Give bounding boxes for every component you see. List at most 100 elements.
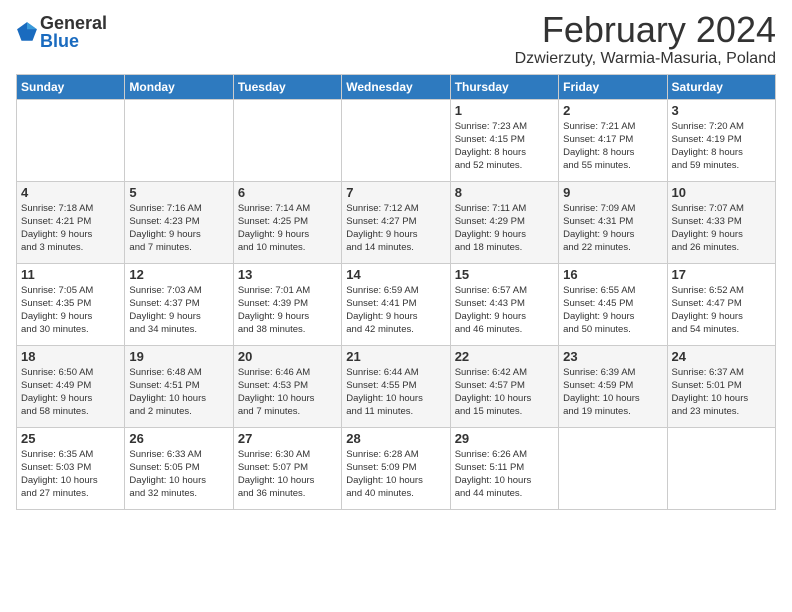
day-info: Sunrise: 6:28 AM Sunset: 5:09 PM Dayligh… xyxy=(346,448,445,501)
day-info: Sunrise: 7:20 AM Sunset: 4:19 PM Dayligh… xyxy=(672,120,771,173)
calendar-cell xyxy=(342,99,450,181)
day-info: Sunrise: 6:46 AM Sunset: 4:53 PM Dayligh… xyxy=(238,366,337,419)
calendar-cell: 26 Sunrise: 6:33 AM Sunset: 5:05 PM Dayli… xyxy=(125,427,233,509)
day-number: 15 xyxy=(455,267,554,282)
day-info: Sunrise: 7:11 AM Sunset: 4:29 PM Dayligh… xyxy=(455,202,554,255)
calendar-cell: 11 Sunrise: 7:05 AM Sunset: 4:35 PM Dayli… xyxy=(17,263,125,345)
title-area: February 2024 Dzwierzuty, Warmia-Masuria… xyxy=(515,10,776,68)
header-day-thursday: Thursday xyxy=(450,74,558,99)
day-number: 16 xyxy=(563,267,662,282)
calendar-cell: 6 Sunrise: 7:14 AM Sunset: 4:25 PM Daylig… xyxy=(233,181,341,263)
page: General Blue February 2024 Dzwierzuty, W… xyxy=(0,0,792,520)
logo-text: General Blue xyxy=(40,14,107,50)
day-number: 28 xyxy=(346,431,445,446)
calendar-cell: 12 Sunrise: 7:03 AM Sunset: 4:37 PM Dayli… xyxy=(125,263,233,345)
logo-blue-text: Blue xyxy=(40,32,107,50)
calendar-cell: 5Sunrise: 7:16 AM Sunset: 4:23 PM Daylig… xyxy=(125,181,233,263)
calendar-cell: 21 Sunrise: 6:44 AM Sunset: 4:55 PM Dayli… xyxy=(342,345,450,427)
day-info: Sunrise: 7:03 AM Sunset: 4:37 PM Dayligh… xyxy=(129,284,228,337)
day-info: Sunrise: 6:33 AM Sunset: 5:05 PM Dayligh… xyxy=(129,448,228,501)
day-number: 11 xyxy=(21,267,120,282)
day-number: 4 xyxy=(21,185,120,200)
day-info: Sunrise: 6:35 AM Sunset: 5:03 PM Dayligh… xyxy=(21,448,120,501)
day-number: 20 xyxy=(238,349,337,364)
calendar-cell: 29Sunrise: 6:26 AM Sunset: 5:11 PM Dayli… xyxy=(450,427,558,509)
calendar-cell: 18Sunrise: 6:50 AM Sunset: 4:49 PM Dayli… xyxy=(17,345,125,427)
day-number: 6 xyxy=(238,185,337,200)
day-info: Sunrise: 6:42 AM Sunset: 4:57 PM Dayligh… xyxy=(455,366,554,419)
calendar-cell: 27 Sunrise: 6:30 AM Sunset: 5:07 PM Dayli… xyxy=(233,427,341,509)
day-number: 14 xyxy=(346,267,445,282)
calendar-week-row: 1 Sunrise: 7:23 AM Sunset: 4:15 PM Daylig… xyxy=(17,99,776,181)
calendar-cell: 1 Sunrise: 7:23 AM Sunset: 4:15 PM Daylig… xyxy=(450,99,558,181)
day-info: Sunrise: 6:30 AM Sunset: 5:07 PM Dayligh… xyxy=(238,448,337,501)
day-number: 24 xyxy=(672,349,771,364)
day-info: Sunrise: 7:05 AM Sunset: 4:35 PM Dayligh… xyxy=(21,284,120,337)
calendar-cell: 17 Sunrise: 6:52 AM Sunset: 4:47 PM Dayli… xyxy=(667,263,775,345)
header-day-monday: Monday xyxy=(125,74,233,99)
day-info: Sunrise: 7:21 AM Sunset: 4:17 PM Dayligh… xyxy=(563,120,662,173)
day-info: Sunrise: 6:55 AM Sunset: 4:45 PM Dayligh… xyxy=(563,284,662,337)
day-number: 17 xyxy=(672,267,771,282)
day-number: 2 xyxy=(563,103,662,118)
header-day-sunday: Sunday xyxy=(17,74,125,99)
day-number: 9 xyxy=(563,185,662,200)
calendar-cell: 23Sunrise: 6:39 AM Sunset: 4:59 PM Dayli… xyxy=(559,345,667,427)
day-info: Sunrise: 7:18 AM Sunset: 4:21 PM Dayligh… xyxy=(21,202,120,255)
header-day-tuesday: Tuesday xyxy=(233,74,341,99)
logo-general-text: General xyxy=(40,14,107,32)
day-info: Sunrise: 6:52 AM Sunset: 4:47 PM Dayligh… xyxy=(672,284,771,337)
logo: General Blue xyxy=(16,14,107,50)
day-info: Sunrise: 7:07 AM Sunset: 4:33 PM Dayligh… xyxy=(672,202,771,255)
day-number: 25 xyxy=(21,431,120,446)
day-number: 3 xyxy=(672,103,771,118)
calendar-cell: 2 Sunrise: 7:21 AM Sunset: 4:17 PM Daylig… xyxy=(559,99,667,181)
day-info: Sunrise: 6:37 AM Sunset: 5:01 PM Dayligh… xyxy=(672,366,771,419)
day-info: Sunrise: 7:09 AM Sunset: 4:31 PM Dayligh… xyxy=(563,202,662,255)
day-info: Sunrise: 6:39 AM Sunset: 4:59 PM Dayligh… xyxy=(563,366,662,419)
day-info: Sunrise: 7:01 AM Sunset: 4:39 PM Dayligh… xyxy=(238,284,337,337)
day-info: Sunrise: 7:12 AM Sunset: 4:27 PM Dayligh… xyxy=(346,202,445,255)
logo-icon xyxy=(16,21,38,43)
calendar-week-row: 11 Sunrise: 7:05 AM Sunset: 4:35 PM Dayli… xyxy=(17,263,776,345)
day-number: 13 xyxy=(238,267,337,282)
header-day-saturday: Saturday xyxy=(667,74,775,99)
calendar-cell: 15 Sunrise: 6:57 AM Sunset: 4:43 PM Dayli… xyxy=(450,263,558,345)
calendar-cell xyxy=(667,427,775,509)
day-number: 22 xyxy=(455,349,554,364)
calendar-cell: 9 Sunrise: 7:09 AM Sunset: 4:31 PM Daylig… xyxy=(559,181,667,263)
calendar-cell: 28 Sunrise: 6:28 AM Sunset: 5:09 PM Dayli… xyxy=(342,427,450,509)
day-info: Sunrise: 6:48 AM Sunset: 4:51 PM Dayligh… xyxy=(129,366,228,419)
calendar-week-row: 18Sunrise: 6:50 AM Sunset: 4:49 PM Dayli… xyxy=(17,345,776,427)
calendar-cell xyxy=(559,427,667,509)
calendar-week-row: 25 Sunrise: 6:35 AM Sunset: 5:03 PM Dayli… xyxy=(17,427,776,509)
day-number: 12 xyxy=(129,267,228,282)
calendar-cell: 14Sunrise: 6:59 AM Sunset: 4:41 PM Dayli… xyxy=(342,263,450,345)
day-info: Sunrise: 7:23 AM Sunset: 4:15 PM Dayligh… xyxy=(455,120,554,173)
day-number: 1 xyxy=(455,103,554,118)
day-info: Sunrise: 6:44 AM Sunset: 4:55 PM Dayligh… xyxy=(346,366,445,419)
location-subtitle: Dzwierzuty, Warmia-Masuria, Poland xyxy=(515,50,776,68)
calendar-cell xyxy=(233,99,341,181)
day-number: 27 xyxy=(238,431,337,446)
calendar-cell: 10Sunrise: 7:07 AM Sunset: 4:33 PM Dayli… xyxy=(667,181,775,263)
calendar-cell: 4 Sunrise: 7:18 AM Sunset: 4:21 PM Daylig… xyxy=(17,181,125,263)
calendar-header-row: SundayMondayTuesdayWednesdayThursdayFrid… xyxy=(17,74,776,99)
calendar-cell: 8Sunrise: 7:11 AM Sunset: 4:29 PM Daylig… xyxy=(450,181,558,263)
day-number: 26 xyxy=(129,431,228,446)
day-number: 21 xyxy=(346,349,445,364)
calendar-cell: 24 Sunrise: 6:37 AM Sunset: 5:01 PM Dayli… xyxy=(667,345,775,427)
calendar-cell: 13 Sunrise: 7:01 AM Sunset: 4:39 PM Dayli… xyxy=(233,263,341,345)
calendar-cell: 19 Sunrise: 6:48 AM Sunset: 4:51 PM Dayli… xyxy=(125,345,233,427)
day-info: Sunrise: 7:14 AM Sunset: 4:25 PM Dayligh… xyxy=(238,202,337,255)
day-info: Sunrise: 6:26 AM Sunset: 5:11 PM Dayligh… xyxy=(455,448,554,501)
header-day-friday: Friday xyxy=(559,74,667,99)
calendar-cell: 22 Sunrise: 6:42 AM Sunset: 4:57 PM Dayli… xyxy=(450,345,558,427)
day-info: Sunrise: 7:16 AM Sunset: 4:23 PM Dayligh… xyxy=(129,202,228,255)
calendar-cell xyxy=(17,99,125,181)
day-number: 19 xyxy=(129,349,228,364)
calendar-cell xyxy=(125,99,233,181)
calendar-cell: 3 Sunrise: 7:20 AM Sunset: 4:19 PM Daylig… xyxy=(667,99,775,181)
day-info: Sunrise: 6:57 AM Sunset: 4:43 PM Dayligh… xyxy=(455,284,554,337)
calendar-cell: 7Sunrise: 7:12 AM Sunset: 4:27 PM Daylig… xyxy=(342,181,450,263)
